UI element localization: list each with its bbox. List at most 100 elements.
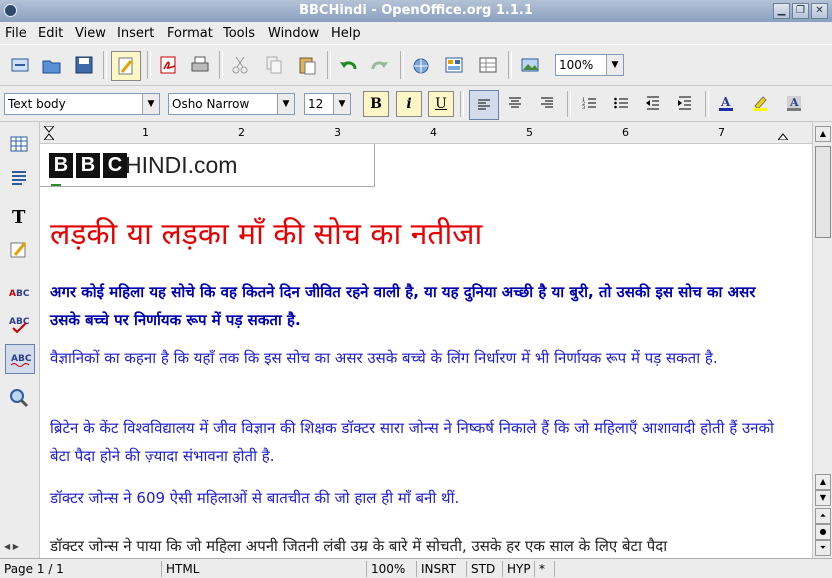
- autospellcheck-icon[interactable]: ABC: [5, 310, 33, 338]
- close-button[interactable]: ✕: [811, 3, 828, 19]
- menu-edit[interactable]: Edit: [38, 26, 63, 41]
- window-title: BBCHindi - OpenOffice.org 1.1.1: [299, 3, 533, 18]
- numbering-icon[interactable]: 123: [577, 91, 601, 115]
- scroll-up-button[interactable]: ▲: [815, 126, 831, 142]
- navigation-button[interactable]: ●: [815, 524, 831, 540]
- paste-icon[interactable]: [293, 51, 321, 79]
- page-style[interactable]: HTML: [162, 561, 367, 577]
- toolbar-scroll-arrows[interactable]: ◀ ▶: [4, 542, 36, 556]
- formatting-toolbar: Text body ▼ Osho Narrow ▼ 12 ▼ B i U 123…: [0, 86, 832, 122]
- open-icon[interactable]: [38, 51, 66, 79]
- ruler-label: 4: [430, 126, 437, 139]
- svg-text:A: A: [720, 95, 731, 109]
- separator: [705, 91, 709, 117]
- article-paragraph: वैज्ञानिकों का कहना है कि यहाँ तक कि इस …: [50, 349, 718, 367]
- background-color-icon[interactable]: A: [782, 91, 806, 115]
- menu-tools[interactable]: Tools: [223, 26, 255, 41]
- status-bar: Page 1 / 1 HTML 100% INSRT STD HYP *: [0, 558, 832, 578]
- svg-text:A: A: [9, 289, 16, 299]
- document-page[interactable]: B B C HINDI.com लड़की या लड़का माँ की सो…: [40, 144, 812, 558]
- zoom-indicator[interactable]: 100%: [367, 561, 417, 577]
- increase-indent-icon[interactable]: [673, 91, 697, 115]
- chevron-down-icon[interactable]: ▼: [333, 94, 350, 114]
- font-size-value: 12: [308, 97, 324, 111]
- separator: [400, 51, 404, 79]
- menu-format[interactable]: Format: [167, 26, 213, 41]
- separator: [327, 51, 331, 79]
- scroll-down-button[interactable]: ▼: [815, 490, 831, 506]
- page-indicator[interactable]: Page 1 / 1: [0, 561, 162, 577]
- main-toolbar: T A BC ABC ABC ◀ ▶: [0, 122, 40, 560]
- data-sources-icon[interactable]: [474, 51, 502, 79]
- print-icon[interactable]: [186, 51, 214, 79]
- next-page-button[interactable]: ⏷: [815, 540, 831, 556]
- menu-help[interactable]: Help: [331, 26, 361, 41]
- menu-file[interactable]: File: [5, 26, 27, 41]
- autospellcheck-toggle-icon[interactable]: ABC: [5, 344, 35, 374]
- scroll-up-button[interactable]: ▲: [815, 474, 831, 490]
- article-paragraph: ब्रिटेन के केंट विश्वविद्यालय में जीव वि…: [50, 419, 774, 465]
- edit-file-icon[interactable]: [111, 51, 141, 81]
- underline-button[interactable]: U: [428, 91, 454, 117]
- highlighting-icon[interactable]: [748, 91, 772, 115]
- url-icon[interactable]: [6, 51, 34, 79]
- font-name-value: Osho Narrow: [172, 97, 250, 111]
- chevron-down-icon[interactable]: ▼: [277, 94, 294, 114]
- svg-text:ABC: ABC: [11, 354, 31, 364]
- chevron-down-icon[interactable]: ▼: [142, 94, 159, 114]
- bold-button[interactable]: B: [363, 91, 389, 117]
- svg-text:A: A: [789, 96, 799, 109]
- insert-mode[interactable]: INSRT: [417, 561, 467, 577]
- logo-text: HINDI.com: [125, 152, 238, 178]
- menu-window[interactable]: Window: [268, 26, 319, 41]
- zoom-select[interactable]: 100% ▼: [555, 54, 624, 76]
- gallery-icon[interactable]: [440, 51, 468, 79]
- copy-icon[interactable]: [260, 51, 288, 79]
- cut-icon[interactable]: [226, 51, 254, 79]
- save-icon[interactable]: [70, 51, 98, 79]
- menu-insert[interactable]: Insert: [117, 26, 154, 41]
- font-color-icon[interactable]: A: [714, 91, 738, 115]
- pdf-export-icon[interactable]: [154, 51, 182, 79]
- insert-fields-icon[interactable]: [5, 164, 33, 192]
- font-name-select[interactable]: Osho Narrow ▼: [168, 93, 295, 115]
- logo-letter: C: [103, 153, 127, 178]
- separator: [567, 91, 571, 117]
- chevron-down-icon[interactable]: ▼: [606, 55, 623, 75]
- redo-icon[interactable]: [366, 51, 394, 79]
- italic-button[interactable]: i: [396, 91, 422, 117]
- indent-marker-icon[interactable]: [42, 125, 56, 141]
- previous-page-button[interactable]: ⏶: [815, 508, 831, 524]
- align-left-icon[interactable]: [469, 90, 499, 120]
- ruler-label: 2: [238, 126, 245, 139]
- insert-text-icon[interactable]: T: [5, 202, 33, 230]
- paragraph-style-select[interactable]: Text body ▼: [4, 93, 160, 115]
- separator: [508, 51, 512, 79]
- scrollbar-thumb[interactable]: [815, 146, 831, 238]
- article-paragraph: डॉक्टर जोन्स ने पाया कि जो महिला अपनी जि…: [50, 537, 668, 555]
- find-replace-icon[interactable]: [5, 384, 33, 412]
- align-right-icon[interactable]: [535, 91, 559, 115]
- hyperlink-mode[interactable]: HYP: [503, 561, 535, 577]
- undo-icon[interactable]: [334, 51, 362, 79]
- bullets-icon[interactable]: [609, 91, 633, 115]
- maximize-button[interactable]: ❐: [792, 3, 809, 19]
- paragraph-style-value: Text body: [8, 97, 66, 111]
- decrease-indent-icon[interactable]: [641, 91, 665, 115]
- minimize-button[interactable]: ▁: [773, 3, 790, 19]
- insert-table-icon[interactable]: [5, 130, 33, 158]
- separator: [460, 91, 464, 117]
- spellcheck-icon[interactable]: A BC: [5, 278, 33, 306]
- font-size-select[interactable]: 12 ▼: [304, 93, 351, 115]
- align-center-icon[interactable]: [503, 91, 527, 115]
- navigator-icon[interactable]: [407, 51, 435, 79]
- article-headline: लड़की या लड़का माँ की सोच का नतीजा: [50, 217, 483, 252]
- svg-text:T: T: [12, 207, 26, 227]
- right-indent-marker-icon[interactable]: [776, 126, 790, 141]
- selection-mode[interactable]: STD: [467, 561, 503, 577]
- horizontal-ruler: 1 2 3 4 5 6 7: [40, 122, 812, 144]
- menu-view[interactable]: View: [75, 26, 106, 41]
- image-icon[interactable]: [516, 51, 544, 79]
- edit-draw-icon[interactable]: [5, 236, 33, 264]
- vertical-scrollbar[interactable]: ▲ ▲ ▼ ⏶ ● ⏷: [812, 122, 832, 560]
